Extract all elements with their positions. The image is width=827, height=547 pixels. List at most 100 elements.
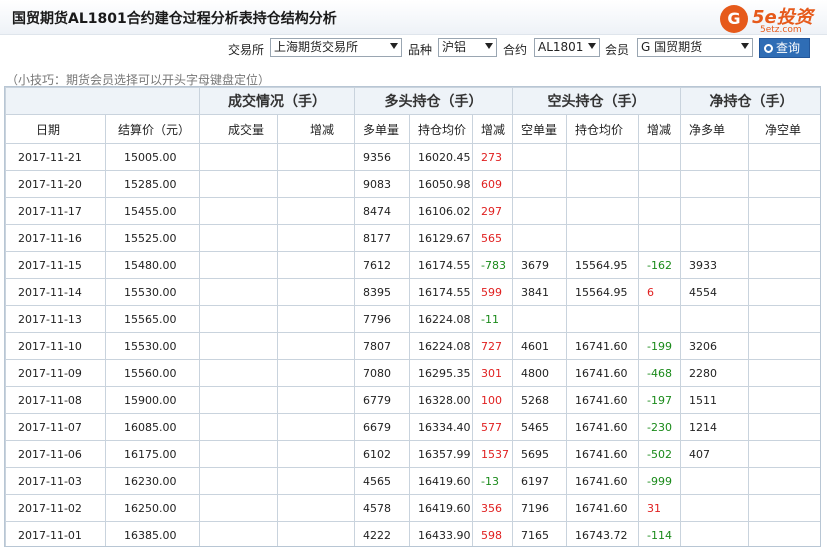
cell-volume-change [277, 413, 355, 441]
cell-volume [199, 467, 278, 495]
cell-long-avg: 16050.98 [409, 170, 473, 198]
cell-volume [199, 143, 278, 171]
column-header-row: 日期 结算价（元） 成交量 增减 多单量 持仓均价 增减 空单量 持仓均价 增减… [5, 114, 820, 144]
cell-long-avg: 16129.67 [409, 224, 473, 252]
table-row[interactable]: 2017-11-03 16230.00 4565 16419.60 -13 6197 167… [5, 467, 820, 495]
page-title: 国贸期货AL1801合约建仓过程分析表持仓结构分析 [12, 11, 337, 27]
cell-date: 2017-11-09 [5, 359, 106, 387]
cell-short-change: 31 [638, 494, 681, 522]
col-short-avg: 持仓均价 [566, 114, 639, 144]
cell-volume [199, 386, 278, 414]
query-button[interactable]: 查询 [759, 38, 810, 58]
site-logo[interactable]: G 5e投资 5etz.com [720, 3, 824, 35]
cell-short-change: -114 [638, 521, 681, 546]
cell-long-avg: 16224.08 [409, 305, 473, 333]
cell-settle: 15480.00 [105, 251, 200, 279]
table-row[interactable]: 2017-11-17 15455.00 8474 16106.02 297 [5, 197, 820, 225]
table-row[interactable]: 2017-11-01 16385.00 4222 16433.90 598 7165 167… [5, 521, 820, 546]
cell-short-change: 6 [638, 278, 681, 306]
cell-long-avg: 16419.60 [409, 467, 473, 495]
cell-date: 2017-11-20 [5, 170, 106, 198]
cell-settle: 16385.00 [105, 521, 200, 546]
cell-short-avg: 16741.60 [566, 359, 639, 387]
cell-long-qty: 9356 [354, 143, 410, 171]
cell-volume-change [277, 359, 355, 387]
cell-short-avg: 15564.95 [566, 251, 639, 279]
table-row[interactable]: 2017-11-08 15900.00 6779 16328.00 100 5268 167… [5, 386, 820, 414]
cell-short-avg: 16741.60 [566, 386, 639, 414]
cell-settle: 16175.00 [105, 440, 200, 468]
cell-net-long [680, 467, 749, 495]
cell-long-change: 356 [472, 494, 513, 522]
cell-settle: 15455.00 [105, 197, 200, 225]
exchange-select[interactable]: 上海期货交易所 [270, 38, 402, 57]
filter-bar: 交易所 上海期货交易所 品种 沪铝 合约 AL1801 会员 G 国贸期货 [0, 38, 827, 60]
table-row[interactable]: 2017-11-09 15560.00 7080 16295.35 301 4800 167… [5, 359, 820, 387]
cell-long-qty: 7796 [354, 305, 410, 333]
table-row[interactable]: 2017-11-07 16085.00 6679 16334.40 577 5465 167… [5, 413, 820, 441]
group-header-short: 空头持仓（手） [512, 87, 681, 115]
cell-net-long: 1214 [680, 413, 749, 441]
cell-short-avg [566, 143, 639, 171]
table-row[interactable]: 2017-11-14 15530.00 8395 16174.55 599 3841 155… [5, 278, 820, 306]
cell-long-avg: 16295.35 [409, 359, 473, 387]
cell-net-long [680, 305, 749, 333]
cell-volume-change [277, 305, 355, 333]
member-label: 会员 [605, 43, 630, 57]
cell-net-short [748, 170, 820, 198]
col-short-qty: 空单量 [512, 114, 567, 144]
chevron-down-icon [588, 43, 596, 49]
cell-net-long [680, 197, 749, 225]
cell-short-qty [512, 305, 567, 333]
chevron-down-icon [741, 43, 749, 49]
cell-short-qty [512, 143, 567, 171]
cell-short-avg: 16741.60 [566, 440, 639, 468]
cell-volume [199, 494, 278, 522]
cell-long-avg: 16020.45 [409, 143, 473, 171]
table-row[interactable]: 2017-11-15 15480.00 7612 16174.55 -783 3679 15… [5, 251, 820, 279]
cell-net-short [748, 251, 820, 279]
cell-long-qty: 8395 [354, 278, 410, 306]
cell-date: 2017-11-06 [5, 440, 106, 468]
cell-short-change [638, 170, 681, 198]
contract-select[interactable]: AL1801 [534, 38, 600, 57]
cell-date: 2017-11-13 [5, 305, 106, 333]
cell-short-avg: 15564.95 [566, 278, 639, 306]
table-row[interactable]: 2017-11-02 16250.00 4578 16419.60 356 7196 167… [5, 494, 820, 522]
cell-long-change: 273 [472, 143, 513, 171]
cell-net-long: 4554 [680, 278, 749, 306]
cell-net-short [748, 332, 820, 360]
member-select[interactable]: G 国贸期货 [637, 38, 753, 57]
table-row[interactable]: 2017-11-21 15005.00 9356 16020.45 273 [5, 143, 820, 171]
cell-short-qty: 4800 [512, 359, 567, 387]
cell-short-avg: 16741.60 [566, 413, 639, 441]
cell-long-qty: 9083 [354, 170, 410, 198]
cell-short-avg [566, 224, 639, 252]
cell-short-qty: 3841 [512, 278, 567, 306]
cell-short-avg: 16741.60 [566, 332, 639, 360]
cell-settle: 15565.00 [105, 305, 200, 333]
cell-settle: 15285.00 [105, 170, 200, 198]
cell-net-long: 3206 [680, 332, 749, 360]
table-row[interactable]: 2017-11-20 15285.00 9083 16050.98 609 [5, 170, 820, 198]
table-row[interactable]: 2017-11-13 15565.00 7796 16224.08 -11 [5, 305, 820, 333]
cell-long-change: 609 [472, 170, 513, 198]
cell-short-change: -162 [638, 251, 681, 279]
cell-net-short [748, 440, 820, 468]
cell-net-short [748, 305, 820, 333]
table-row[interactable]: 2017-11-16 15525.00 8177 16129.67 565 [5, 224, 820, 252]
position-table-container[interactable]: 成交情况（手） 多头持仓（手） 空头持仓（手） 净持仓（手） 日期 结算价（元）… [4, 86, 821, 547]
cell-volume-change [277, 494, 355, 522]
table-row[interactable]: 2017-11-06 16175.00 6102 16357.99 1537 5695 16… [5, 440, 820, 468]
col-long-change: 增减 [472, 114, 513, 144]
cell-volume-change [277, 440, 355, 468]
variety-select[interactable]: 沪铝 [438, 38, 497, 57]
cell-short-qty: 5695 [512, 440, 567, 468]
cell-settle: 15560.00 [105, 359, 200, 387]
cell-net-long [680, 170, 749, 198]
table-row[interactable]: 2017-11-10 15530.00 7807 16224.08 727 4601 167… [5, 332, 820, 360]
cell-long-qty: 6779 [354, 386, 410, 414]
exchange-select-value: 上海期货交易所 [274, 40, 359, 54]
cell-net-long: 3933 [680, 251, 749, 279]
cell-long-avg: 16174.55 [409, 251, 473, 279]
